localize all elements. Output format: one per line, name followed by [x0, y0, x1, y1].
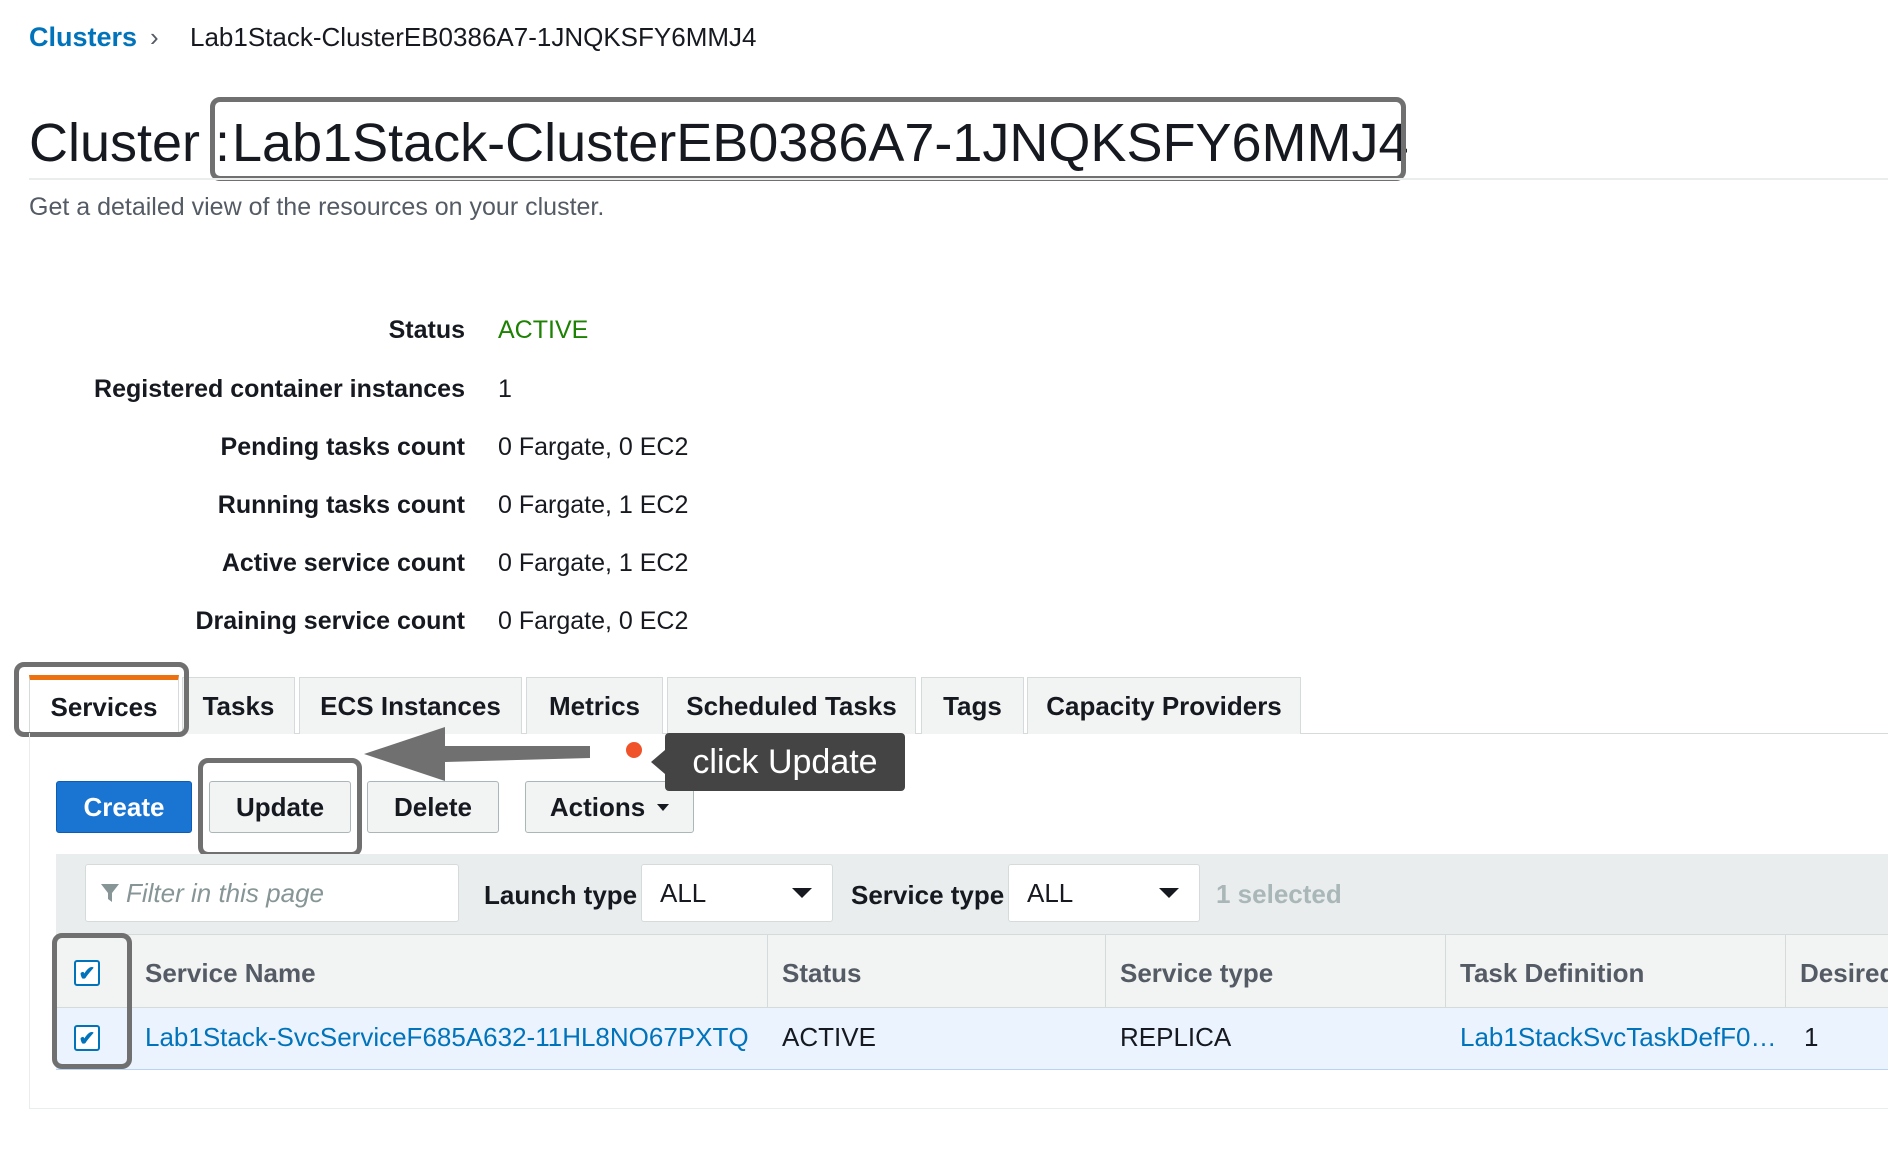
selected-count: 1 selected: [1216, 879, 1342, 909]
detail-label-draining-services: Draining service count: [195, 607, 465, 635]
column-header-service-name[interactable]: Service Name: [145, 958, 316, 989]
service-status: ACTIVE: [782, 1022, 876, 1052]
breadcrumb-clusters-link[interactable]: Clusters: [29, 22, 137, 53]
service-type-label: Service type: [851, 880, 1005, 910]
caret-down-icon: [792, 888, 812, 898]
tab-capacity-providers[interactable]: Capacity Providers: [1027, 677, 1301, 734]
column-divider: [1105, 934, 1106, 1008]
column-header-status[interactable]: Status: [782, 958, 861, 989]
annotation-highlight-title: [210, 97, 1406, 181]
tab-tags[interactable]: Tags: [921, 677, 1024, 734]
launch-type-select[interactable]: ALL: [641, 864, 833, 922]
filter-funnel-icon: [101, 884, 119, 902]
annotation-highlight-update-button: [198, 758, 362, 857]
detail-label-registered-instances: Registered container instances: [94, 375, 465, 403]
caret-down-icon: [657, 803, 670, 811]
tab-tasks[interactable]: Tasks: [182, 677, 295, 734]
detail-value-active-services: 0 Fargate, 1 EC2: [498, 549, 689, 577]
tooltip-pointer: [651, 750, 665, 774]
annotation-hotspot-dot: [626, 742, 642, 758]
breadcrumb-current: Lab1Stack-ClusterEB0386A7-1JNQKSFY6MMJ4: [190, 22, 757, 52]
actions-button-label: Actions: [549, 791, 646, 822]
detail-value-running-tasks: 0 Fargate, 1 EC2: [498, 491, 689, 519]
detail-value-pending-tasks: 0 Fargate, 0 EC2: [498, 433, 689, 461]
annotation-highlight-services-tab: [14, 662, 189, 737]
column-divider: [767, 934, 768, 1008]
column-header-service-type[interactable]: Service type: [1120, 958, 1273, 989]
detail-label-status: Status: [388, 316, 465, 344]
detail-label-active-services: Active service count: [221, 549, 465, 577]
detail-value-registered-instances: 1: [498, 375, 512, 403]
column-divider: [1785, 934, 1786, 1008]
detail-value-draining-services: 0 Fargate, 0 EC2: [498, 607, 689, 635]
task-definition-link[interactable]: Lab1StackSvcTaskDefF0…: [1460, 1022, 1776, 1053]
detail-label-pending-tasks: Pending tasks count: [220, 433, 465, 461]
desired-count: 1: [1804, 1022, 1819, 1052]
tab-scheduled-tasks[interactable]: Scheduled Tasks: [667, 677, 916, 734]
page-title-prefix: Cluster :: [29, 113, 231, 173]
service-type-value: ALL: [1027, 877, 1074, 908]
column-header-desired[interactable]: Desired: [1800, 958, 1888, 989]
panel-border-left: [29, 733, 30, 1109]
annotation-arrow-icon: [364, 727, 590, 781]
chevron-right-icon: ›: [150, 22, 159, 52]
service-name-link[interactable]: Lab1Stack-SvcServiceF685A632-11HL8NO67PX…: [145, 1022, 749, 1053]
filter-input-placeholder: Filter in this page: [126, 877, 324, 908]
service-type-value: REPLICA: [1120, 1022, 1232, 1052]
title-divider: [29, 178, 1888, 180]
detail-label-running-tasks: Running tasks count: [217, 491, 465, 519]
create-button[interactable]: Create: [56, 781, 192, 833]
launch-type-value: ALL: [660, 877, 707, 908]
annotation-tooltip: click Update: [665, 733, 905, 791]
annotation-highlight-checkboxes: [52, 933, 132, 1069]
column-divider: [1445, 934, 1446, 1008]
launch-type-label: Launch type: [484, 880, 638, 910]
service-type-select[interactable]: ALL: [1008, 864, 1200, 922]
column-header-task-definition[interactable]: Task Definition: [1460, 958, 1644, 989]
panel-border-bottom: [29, 1108, 1888, 1109]
detail-value-status: ACTIVE: [498, 316, 589, 344]
caret-down-icon: [1159, 888, 1179, 898]
page-subtitle: Get a detailed view of the resources on …: [29, 193, 605, 221]
filter-input[interactable]: Filter in this page: [85, 864, 459, 922]
